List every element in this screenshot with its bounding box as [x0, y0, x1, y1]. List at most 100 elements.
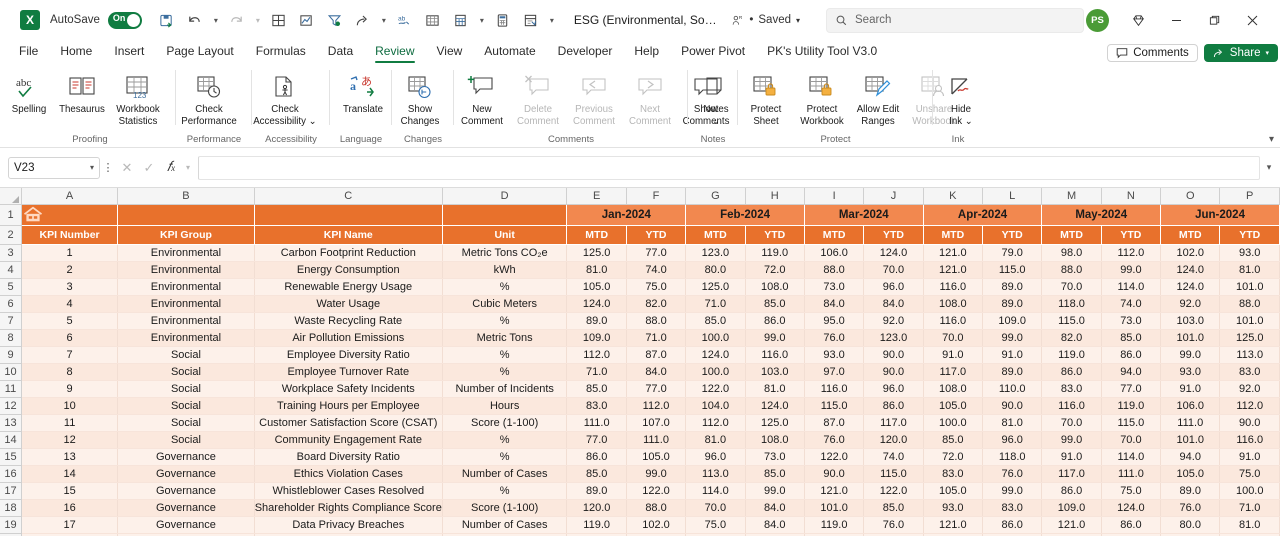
cell-value-8[interactable]: 89.0 — [982, 363, 1043, 381]
cell-kpi-name[interactable]: Ethics Violation Cases — [254, 465, 443, 483]
column-header-g[interactable]: G — [685, 188, 746, 205]
cell-unit[interactable]: Hours — [442, 397, 568, 415]
cell-value-10[interactable]: 70.0 — [1101, 431, 1162, 449]
table-row[interactable]: 13 11 Social Customer Satisfaction Score (C… — [0, 414, 1280, 432]
cell-kpi-group[interactable]: Governance — [117, 516, 255, 534]
row-header-19[interactable]: 19 — [0, 516, 23, 534]
cell-value-7[interactable]: 70.0 — [923, 329, 984, 347]
cell-value-11[interactable]: 106.0 — [1160, 397, 1221, 415]
cell-value-10[interactable]: 85.0 — [1101, 329, 1162, 347]
cell-value-12[interactable]: 116.0 — [1219, 431, 1280, 449]
cell-value-12[interactable]: 81.0 — [1219, 516, 1280, 534]
table-row[interactable]: 8 6 Environmental Air Pollution Emissions Me… — [0, 329, 1280, 347]
cell-value-6[interactable]: 70.0 — [863, 261, 924, 279]
cell-value-9[interactable]: 116.0 — [1041, 397, 1102, 415]
table-row[interactable]: 5 3 Environmental Renewable Energy Usage% 10… — [0, 278, 1280, 296]
cell-kpi-name[interactable]: Community Engagement Rate — [254, 431, 443, 449]
column-header-b[interactable]: B — [117, 188, 255, 205]
cell-value-4[interactable]: 108.0 — [745, 431, 805, 449]
cell-value-5[interactable]: 101.0 — [804, 499, 865, 517]
cell-value-11[interactable]: 76.0 — [1160, 499, 1221, 517]
cell-value-6[interactable]: 120.0 — [863, 431, 924, 449]
cell-value-7[interactable]: 105.0 — [923, 397, 984, 415]
cell-value-9[interactable]: 70.0 — [1041, 278, 1102, 296]
cell-value-7[interactable]: 72.0 — [923, 448, 984, 466]
row-header-7[interactable]: 7 — [0, 312, 23, 330]
cell-kpi-number[interactable]: 16 — [21, 499, 119, 517]
cell-value-11[interactable]: 99.0 — [1160, 346, 1221, 364]
cell-value-1[interactable]: 89.0 — [566, 312, 627, 330]
cell-kpi-group[interactable]: Environmental — [117, 312, 255, 330]
name-box[interactable]: V23 ▾ — [8, 156, 100, 179]
cell-kpi-number[interactable]: 4 — [21, 295, 119, 313]
cell-value-3[interactable]: 100.0 — [685, 329, 746, 347]
tab-review[interactable]: Review — [364, 42, 425, 64]
table-row[interactable]: 16 14 Governance Ethics Violation Cases Numb… — [0, 465, 1280, 483]
column-header-n[interactable]: N — [1101, 188, 1162, 205]
row-header-2[interactable]: 2 — [0, 225, 23, 245]
cell-kpi-number[interactable]: 3 — [21, 278, 119, 296]
workbook-statistics-button[interactable]: 123 Workbook Statistics — [110, 68, 166, 127]
cell-unit[interactable]: % — [442, 346, 568, 364]
cell-value-3[interactable]: 71.0 — [685, 295, 746, 313]
row-header-4[interactable]: 4 — [0, 261, 23, 279]
cell-value-10[interactable]: 114.0 — [1101, 278, 1162, 296]
row-header-15[interactable]: 15 — [0, 448, 23, 466]
cell-value-12[interactable]: 81.0 — [1219, 261, 1280, 279]
cell-value-8[interactable]: 99.0 — [982, 329, 1043, 347]
cell-value-2[interactable]: 87.0 — [626, 346, 687, 364]
cell-value-9[interactable]: 98.0 — [1041, 244, 1102, 262]
translate-button[interactable]: aあ Translate — [330, 68, 396, 116]
tab-pk-utility-tool[interactable]: PK's Utility Tool V3.0 — [756, 42, 888, 64]
cell-value-10[interactable]: 77.0 — [1101, 380, 1162, 398]
cell-kpi-name[interactable]: Employee Turnover Rate — [254, 363, 443, 381]
cell-kpi-group[interactable]: Environmental — [117, 295, 255, 313]
row-header-10[interactable]: 10 — [0, 363, 23, 381]
cell-value-1[interactable]: 85.0 — [566, 380, 627, 398]
cell-kpi-name[interactable]: Carbon Footprint Reduction — [254, 244, 443, 262]
cell-value-9[interactable]: 117.0 — [1041, 465, 1102, 483]
cell-kpi-number[interactable]: 5 — [21, 312, 119, 330]
cell-value-3[interactable]: 81.0 — [685, 431, 746, 449]
cell-value-7[interactable]: 108.0 — [923, 380, 984, 398]
cell-kpi-name[interactable]: Renewable Energy Usage — [254, 278, 443, 296]
row-header-16[interactable]: 16 — [0, 465, 23, 483]
cell-value-1[interactable]: 124.0 — [566, 295, 627, 313]
cell-value-9[interactable]: 91.0 — [1041, 448, 1102, 466]
table-row[interactable]: 15 13 Governance Board Diversity Ratio% 86.0… — [0, 448, 1280, 466]
cell-value-5[interactable]: 90.0 — [804, 465, 865, 483]
cell-value-5[interactable]: 119.0 — [804, 516, 865, 534]
cell-unit[interactable]: Number of Incidents — [442, 380, 568, 398]
table-row[interactable]: 11 9 Social Workplace Safety Incidents Numbe… — [0, 380, 1280, 398]
cell-value-6[interactable]: 123.0 — [863, 329, 924, 347]
cell-value-7[interactable]: 105.0 — [923, 482, 984, 500]
cell-value-11[interactable]: 91.0 — [1160, 380, 1221, 398]
cell-value-12[interactable]: 101.0 — [1219, 312, 1280, 330]
cell-value-2[interactable]: 112.0 — [626, 397, 687, 415]
cell-value-6[interactable]: 96.0 — [863, 278, 924, 296]
cell-value-9[interactable]: 88.0 — [1041, 261, 1102, 279]
cell-value-5[interactable]: 88.0 — [804, 261, 865, 279]
cell-value-10[interactable]: 94.0 — [1101, 363, 1162, 381]
cell-value-8[interactable]: 99.0 — [982, 482, 1043, 500]
cell-kpi-group[interactable]: Governance — [117, 499, 255, 517]
allow-edit-ranges-button[interactable]: Allow Edit Ranges — [850, 68, 906, 127]
left-header-2[interactable]: KPI Group — [117, 225, 255, 245]
column-header-e[interactable]: E — [566, 188, 627, 205]
cell-value-3[interactable]: 100.0 — [685, 363, 746, 381]
cell-value-4[interactable]: 108.0 — [745, 278, 805, 296]
period-header-5-ytd[interactable]: YTD — [1101, 225, 1162, 245]
cell-kpi-group[interactable]: Environmental — [117, 278, 255, 296]
cell-empty[interactable] — [254, 533, 443, 536]
row-header-8[interactable]: 8 — [0, 329, 23, 347]
comments-button[interactable]: Comments — [1107, 44, 1198, 62]
period-header-2-mtd[interactable]: MTD — [685, 225, 746, 245]
period-header-4-ytd[interactable]: YTD — [982, 225, 1043, 245]
cell-value-9[interactable]: 83.0 — [1041, 380, 1102, 398]
cell-value-10[interactable]: 86.0 — [1101, 516, 1162, 534]
cell-value-12[interactable]: 90.0 — [1219, 414, 1280, 432]
period-header-6-mtd[interactable]: MTD — [1160, 225, 1221, 245]
cell-value-1[interactable]: 85.0 — [566, 465, 627, 483]
cell-unit[interactable]: % — [442, 278, 568, 296]
cell-value-9[interactable]: 121.0 — [1041, 516, 1102, 534]
